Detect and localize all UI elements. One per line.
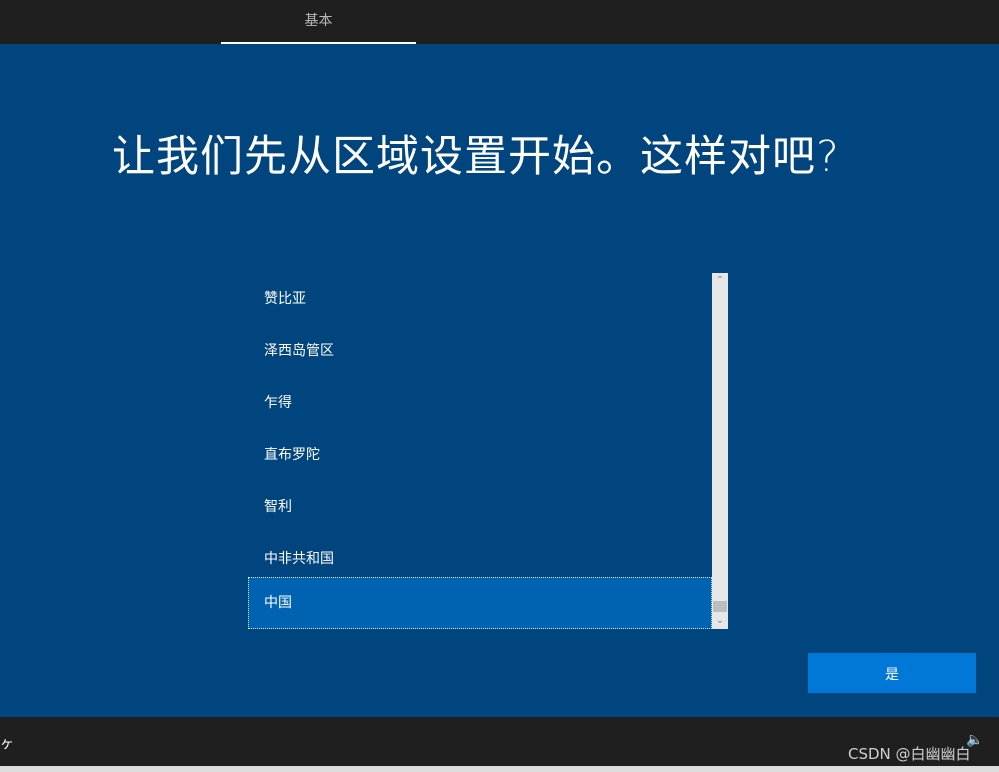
scroll-up-icon[interactable]: ⌃ bbox=[712, 273, 728, 289]
scroll-down-icon[interactable]: ⌄ bbox=[712, 613, 728, 629]
tab-basic[interactable]: 基本 bbox=[221, 0, 416, 44]
page-title: 让我们先从区域设置开始。这样对吧? bbox=[112, 132, 840, 182]
bottom-bar: ヶ 🔈 CSDN @白幽幽白 bbox=[0, 717, 999, 766]
ease-of-access-icon[interactable]: ヶ bbox=[0, 733, 14, 753]
list-item-region[interactable]: 直布罗陀 bbox=[248, 429, 712, 481]
list-item-region[interactable]: 乍得 bbox=[248, 377, 712, 429]
list-item-region-selected[interactable]: 中国 bbox=[248, 577, 712, 629]
region-list-items: 赞比亚 泽西岛管区 乍得 直布罗陀 智利 中非共和国 中国 bbox=[248, 273, 712, 629]
yes-button[interactable]: 是 bbox=[808, 653, 976, 693]
main-panel: 让我们先从区域设置开始。这样对吧? 赞比亚 泽西岛管区 乍得 直布罗陀 智利 中… bbox=[0, 44, 999, 717]
list-item-region[interactable]: 智利 bbox=[248, 481, 712, 533]
top-bar: 基本 bbox=[0, 0, 999, 44]
watermark: CSDN @白幽幽白 bbox=[848, 745, 971, 763]
scroll-thumb[interactable] bbox=[713, 601, 727, 612]
status-strip bbox=[0, 766, 999, 772]
list-scrollbar[interactable]: ⌃ ⌄ bbox=[712, 273, 728, 629]
tab-basic-label: 基本 bbox=[304, 13, 333, 29]
list-item-region[interactable]: 赞比亚 bbox=[248, 273, 712, 325]
region-list[interactable]: 赞比亚 泽西岛管区 乍得 直布罗陀 智利 中非共和国 中国 ⌃ ⌄ bbox=[248, 273, 728, 629]
list-item-region[interactable]: 泽西岛管区 bbox=[248, 325, 712, 377]
